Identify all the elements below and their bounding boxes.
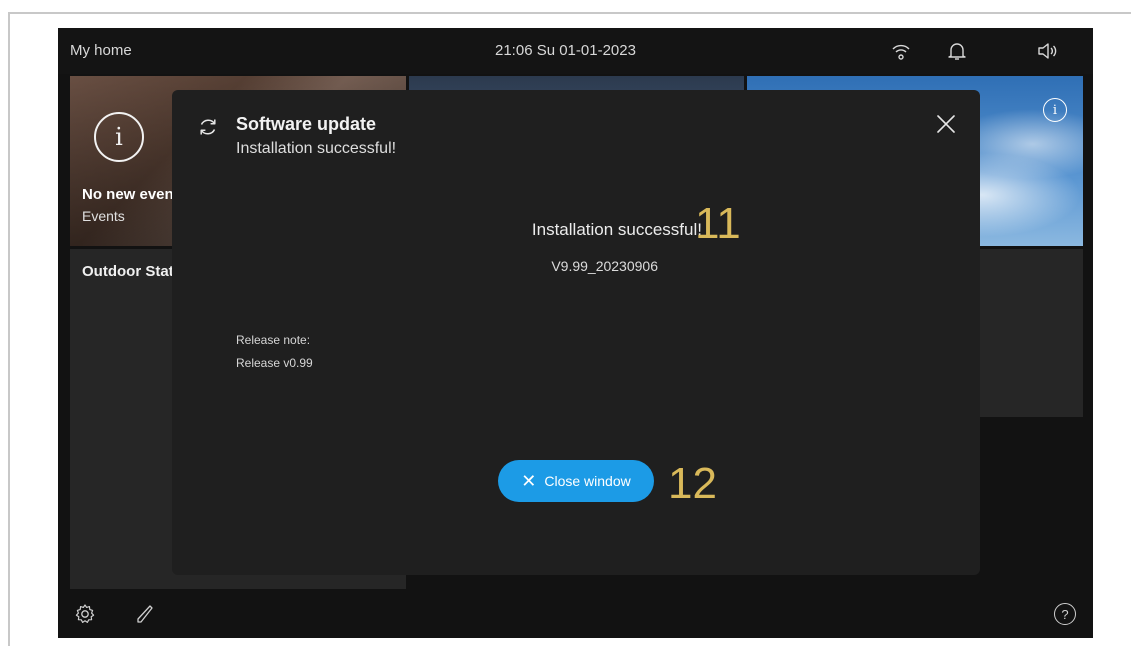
page-frame-left <box>8 12 10 646</box>
release-note-text: Release v0.99 <box>236 356 313 370</box>
speaker-icon[interactable] <box>1036 40 1058 62</box>
info-icon: i <box>94 112 144 162</box>
close-window-button[interactable]: ✕ Close window <box>498 460 654 502</box>
software-update-dialog: Software update Installation successful!… <box>172 90 980 575</box>
callout-12: 12 <box>668 459 717 508</box>
events-subtitle: Events <box>82 208 125 224</box>
date-time: 21:06 Su 01-01-2023 <box>495 42 636 59</box>
info-icon[interactable]: i <box>1043 98 1067 122</box>
home-title: My home <box>70 42 132 59</box>
sync-icon <box>200 119 216 135</box>
version-text: V9.99_20230906 <box>551 258 658 274</box>
page-frame-top <box>8 12 1131 14</box>
close-icon[interactable] <box>934 112 958 136</box>
callout-11: 11 <box>695 199 741 248</box>
wifi-icon[interactable] <box>890 40 912 62</box>
edit-icon[interactable] <box>134 603 156 625</box>
close-window-label: Close window <box>544 473 631 489</box>
dialog-subtitle: Installation successful! <box>236 140 397 157</box>
status-message: Installation successful! <box>531 220 702 239</box>
bottom-bar: ? <box>58 596 1093 638</box>
dialog-title: Software update <box>236 114 377 134</box>
bell-icon[interactable] <box>946 40 968 62</box>
release-note-label: Release note: <box>236 333 311 347</box>
help-icon[interactable]: ? <box>1054 603 1076 625</box>
settings-icon[interactable] <box>74 603 96 625</box>
close-icon: ✕ <box>521 471 537 491</box>
status-bar: My home 21:06 Su 01-01-2023 <box>58 28 1093 74</box>
